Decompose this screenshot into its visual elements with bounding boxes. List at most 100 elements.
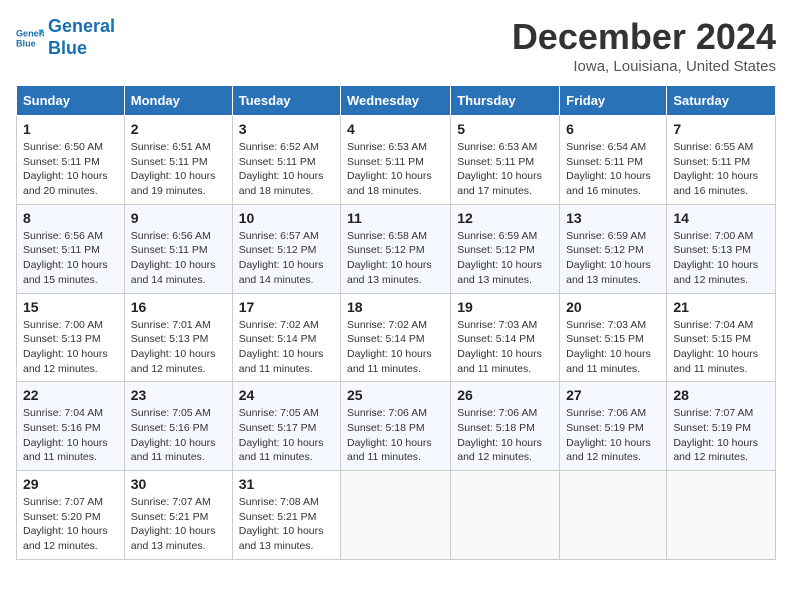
- day-number: 15: [23, 299, 118, 315]
- day-info: Sunrise: 7:07 AMSunset: 5:20 PMDaylight:…: [23, 496, 108, 552]
- day-info: Sunrise: 7:02 AMSunset: 5:14 PMDaylight:…: [347, 319, 432, 375]
- day-number: 10: [239, 210, 334, 226]
- calendar-cell: 12 Sunrise: 6:59 AMSunset: 5:12 PMDaylig…: [451, 204, 560, 293]
- day-number: 4: [347, 121, 444, 137]
- day-number: 20: [566, 299, 660, 315]
- day-number: 14: [673, 210, 769, 226]
- day-info: Sunrise: 7:04 AMSunset: 5:16 PMDaylight:…: [23, 407, 108, 463]
- calendar-cell: [341, 471, 451, 560]
- header-sunday: Sunday: [17, 86, 125, 116]
- day-info: Sunrise: 7:01 AMSunset: 5:13 PMDaylight:…: [131, 319, 216, 375]
- day-info: Sunrise: 7:03 AMSunset: 5:14 PMDaylight:…: [457, 319, 542, 375]
- calendar-cell: [451, 471, 560, 560]
- day-number: 26: [457, 387, 553, 403]
- day-info: Sunrise: 7:07 AMSunset: 5:21 PMDaylight:…: [131, 496, 216, 552]
- day-number: 28: [673, 387, 769, 403]
- day-number: 31: [239, 476, 334, 492]
- day-info: Sunrise: 7:06 AMSunset: 5:18 PMDaylight:…: [457, 407, 542, 463]
- day-info: Sunrise: 7:06 AMSunset: 5:19 PMDaylight:…: [566, 407, 651, 463]
- day-number: 25: [347, 387, 444, 403]
- calendar-cell: 31 Sunrise: 7:08 AMSunset: 5:21 PMDaylig…: [232, 471, 340, 560]
- day-info: Sunrise: 6:57 AMSunset: 5:12 PMDaylight:…: [239, 230, 324, 286]
- calendar-cell: 27 Sunrise: 7:06 AMSunset: 5:19 PMDaylig…: [560, 382, 667, 471]
- calendar-cell: 25 Sunrise: 7:06 AMSunset: 5:18 PMDaylig…: [341, 382, 451, 471]
- day-number: 3: [239, 121, 334, 137]
- day-info: Sunrise: 7:08 AMSunset: 5:21 PMDaylight:…: [239, 496, 324, 552]
- day-number: 7: [673, 121, 769, 137]
- day-number: 18: [347, 299, 444, 315]
- calendar-cell: 3 Sunrise: 6:52 AMSunset: 5:11 PMDayligh…: [232, 116, 340, 205]
- day-number: 11: [347, 210, 444, 226]
- calendar-cell: 26 Sunrise: 7:06 AMSunset: 5:18 PMDaylig…: [451, 382, 560, 471]
- calendar-week-4: 22 Sunrise: 7:04 AMSunset: 5:16 PMDaylig…: [17, 382, 776, 471]
- calendar-cell: 5 Sunrise: 6:53 AMSunset: 5:11 PMDayligh…: [451, 116, 560, 205]
- calendar-cell: 11 Sunrise: 6:58 AMSunset: 5:12 PMDaylig…: [341, 204, 451, 293]
- day-info: Sunrise: 7:00 AMSunset: 5:13 PMDaylight:…: [673, 230, 758, 286]
- day-info: Sunrise: 6:56 AMSunset: 5:11 PMDaylight:…: [23, 230, 108, 286]
- calendar-week-2: 8 Sunrise: 6:56 AMSunset: 5:11 PMDayligh…: [17, 204, 776, 293]
- header-thursday: Thursday: [451, 86, 560, 116]
- day-info: Sunrise: 6:53 AMSunset: 5:11 PMDaylight:…: [457, 141, 542, 197]
- calendar-week-1: 1 Sunrise: 6:50 AMSunset: 5:11 PMDayligh…: [17, 116, 776, 205]
- day-info: Sunrise: 6:56 AMSunset: 5:11 PMDaylight:…: [131, 230, 216, 286]
- calendar-cell: 28 Sunrise: 7:07 AMSunset: 5:19 PMDaylig…: [667, 382, 776, 471]
- day-number: 6: [566, 121, 660, 137]
- calendar-cell: [560, 471, 667, 560]
- calendar-header-row: SundayMondayTuesdayWednesdayThursdayFrid…: [17, 86, 776, 116]
- day-number: 24: [239, 387, 334, 403]
- calendar-cell: 17 Sunrise: 7:02 AMSunset: 5:14 PMDaylig…: [232, 293, 340, 382]
- calendar-table: SundayMondayTuesdayWednesdayThursdayFrid…: [16, 85, 776, 560]
- day-number: 30: [131, 476, 226, 492]
- calendar-cell: 10 Sunrise: 6:57 AMSunset: 5:12 PMDaylig…: [232, 204, 340, 293]
- location: Iowa, Louisiana, United States: [512, 58, 776, 75]
- day-info: Sunrise: 6:52 AMSunset: 5:11 PMDaylight:…: [239, 141, 324, 197]
- day-number: 5: [457, 121, 553, 137]
- header: General Blue GeneralBlue December 2024 I…: [16, 16, 776, 75]
- calendar-cell: 8 Sunrise: 6:56 AMSunset: 5:11 PMDayligh…: [17, 204, 125, 293]
- day-number: 29: [23, 476, 118, 492]
- calendar-cell: 30 Sunrise: 7:07 AMSunset: 5:21 PMDaylig…: [124, 471, 232, 560]
- svg-text:Blue: Blue: [16, 38, 36, 48]
- day-number: 19: [457, 299, 553, 315]
- calendar-cell: 29 Sunrise: 7:07 AMSunset: 5:20 PMDaylig…: [17, 471, 125, 560]
- day-number: 22: [23, 387, 118, 403]
- day-info: Sunrise: 6:55 AMSunset: 5:11 PMDaylight:…: [673, 141, 758, 197]
- header-saturday: Saturday: [667, 86, 776, 116]
- calendar-cell: 9 Sunrise: 6:56 AMSunset: 5:11 PMDayligh…: [124, 204, 232, 293]
- day-info: Sunrise: 7:06 AMSunset: 5:18 PMDaylight:…: [347, 407, 432, 463]
- day-info: Sunrise: 7:04 AMSunset: 5:15 PMDaylight:…: [673, 319, 758, 375]
- day-info: Sunrise: 6:59 AMSunset: 5:12 PMDaylight:…: [457, 230, 542, 286]
- calendar-cell: 6 Sunrise: 6:54 AMSunset: 5:11 PMDayligh…: [560, 116, 667, 205]
- calendar-week-3: 15 Sunrise: 7:00 AMSunset: 5:13 PMDaylig…: [17, 293, 776, 382]
- calendar-cell: 20 Sunrise: 7:03 AMSunset: 5:15 PMDaylig…: [560, 293, 667, 382]
- header-wednesday: Wednesday: [341, 86, 451, 116]
- calendar-week-5: 29 Sunrise: 7:07 AMSunset: 5:20 PMDaylig…: [17, 471, 776, 560]
- title-area: December 2024 Iowa, Louisiana, United St…: [512, 16, 776, 75]
- calendar-cell: 19 Sunrise: 7:03 AMSunset: 5:14 PMDaylig…: [451, 293, 560, 382]
- calendar-cell: 7 Sunrise: 6:55 AMSunset: 5:11 PMDayligh…: [667, 116, 776, 205]
- day-info: Sunrise: 7:05 AMSunset: 5:17 PMDaylight:…: [239, 407, 324, 463]
- day-number: 9: [131, 210, 226, 226]
- calendar-cell: 22 Sunrise: 7:04 AMSunset: 5:16 PMDaylig…: [17, 382, 125, 471]
- logo-text: GeneralBlue: [48, 16, 115, 59]
- calendar-cell: 2 Sunrise: 6:51 AMSunset: 5:11 PMDayligh…: [124, 116, 232, 205]
- day-info: Sunrise: 7:07 AMSunset: 5:19 PMDaylight:…: [673, 407, 758, 463]
- calendar-cell: 13 Sunrise: 6:59 AMSunset: 5:12 PMDaylig…: [560, 204, 667, 293]
- day-info: Sunrise: 6:58 AMSunset: 5:12 PMDaylight:…: [347, 230, 432, 286]
- calendar-cell: 18 Sunrise: 7:02 AMSunset: 5:14 PMDaylig…: [341, 293, 451, 382]
- day-info: Sunrise: 7:00 AMSunset: 5:13 PMDaylight:…: [23, 319, 108, 375]
- day-number: 1: [23, 121, 118, 137]
- calendar-cell: 14 Sunrise: 7:00 AMSunset: 5:13 PMDaylig…: [667, 204, 776, 293]
- day-info: Sunrise: 6:59 AMSunset: 5:12 PMDaylight:…: [566, 230, 651, 286]
- day-number: 13: [566, 210, 660, 226]
- day-info: Sunrise: 6:51 AMSunset: 5:11 PMDaylight:…: [131, 141, 216, 197]
- calendar-cell: 23 Sunrise: 7:05 AMSunset: 5:16 PMDaylig…: [124, 382, 232, 471]
- day-info: Sunrise: 6:50 AMSunset: 5:11 PMDaylight:…: [23, 141, 108, 197]
- day-number: 16: [131, 299, 226, 315]
- day-info: Sunrise: 7:03 AMSunset: 5:15 PMDaylight:…: [566, 319, 651, 375]
- header-monday: Monday: [124, 86, 232, 116]
- day-number: 12: [457, 210, 553, 226]
- calendar-cell: 4 Sunrise: 6:53 AMSunset: 5:11 PMDayligh…: [341, 116, 451, 205]
- day-info: Sunrise: 7:02 AMSunset: 5:14 PMDaylight:…: [239, 319, 324, 375]
- month-title: December 2024: [512, 16, 776, 58]
